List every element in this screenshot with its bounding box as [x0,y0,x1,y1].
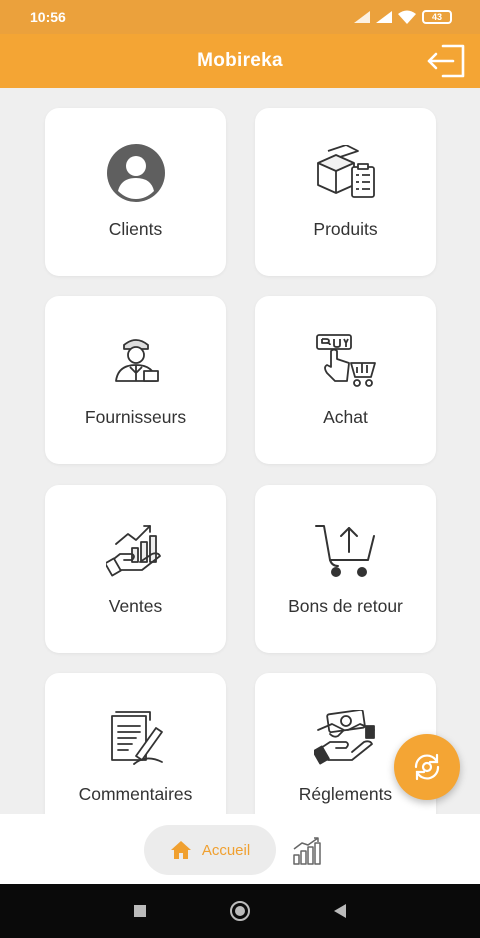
menu-card-ventes[interactable]: Ventes [45,485,226,653]
battery-level: 43 [431,12,442,22]
menu-card-label: Commentaires [78,784,193,804]
battery-icon: 43 [422,10,452,24]
recents-button[interactable] [128,899,152,923]
cart-return-icon [313,517,379,583]
sync-fab-button[interactable] [394,734,460,800]
menu-card-clients[interactable]: Clients [45,108,226,276]
signal-icon [354,11,370,23]
menu-card-label: Clients [108,219,163,239]
menu-grid: Clients Produits Fournisseurs Achat Vent… [0,88,480,814]
nav-home-button[interactable]: Accueil [144,825,276,875]
app-title: Mobireka [197,50,283,71]
back-button[interactable] [328,899,352,923]
bar-chart-growth-icon [293,837,321,865]
menu-card-fournisseurs[interactable]: Fournisseurs [45,296,226,464]
circle-icon [230,901,250,921]
sync-icon [414,753,440,781]
menu-card-achat[interactable]: Achat [255,296,436,464]
logout-icon [427,44,465,78]
menu-card-label: Achat [323,407,368,427]
status-icons: 43 [354,10,452,24]
home-icon [170,841,191,859]
buy-cart-icon [313,328,379,394]
status-time: 10:56 [30,9,66,25]
money-handshake-icon [313,705,379,771]
nav-stats-button[interactable] [290,834,324,868]
menu-card-bons-de-retour[interactable]: Bons de retour [255,485,436,653]
signal-icon [376,11,392,23]
menu-card-label: Ventes [108,596,163,616]
status-bar: 10:56 43 [0,0,480,34]
nav-home-label: Accueil [201,841,251,859]
supplier-person-icon [103,328,169,394]
bottom-navigation: Accueil [0,814,480,884]
menu-card-label: Fournisseurs [84,407,187,427]
user-circle-icon [103,140,169,206]
system-navigation-bar [0,884,480,938]
sales-growth-hand-icon [103,517,169,583]
document-pen-icon [103,705,169,771]
home-system-button[interactable] [228,899,252,923]
boxes-clipboard-icon [313,140,379,206]
menu-card-produits[interactable]: Produits [255,108,436,276]
menu-card-commentaires[interactable]: Commentaires [45,673,226,814]
logout-button[interactable] [424,41,468,81]
menu-card-label: Bons de retour [288,596,403,616]
square-icon [134,905,146,917]
app-bar: Mobireka [0,34,480,88]
menu-card-label: Produits [313,219,378,239]
back-triangle-icon [334,904,346,918]
wifi-icon [398,10,416,24]
